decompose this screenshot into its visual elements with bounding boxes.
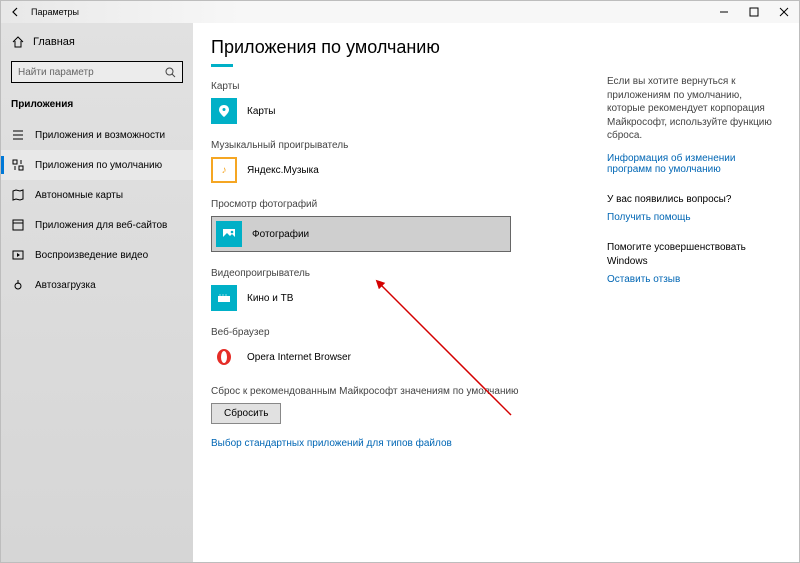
default-app-photos[interactable]: Фотографии [211, 216, 511, 252]
sidebar: Главная Найти параметр Приложения Прилож… [1, 23, 193, 562]
main-panel: Приложения по умолчанию Карты Карты Музы… [211, 37, 601, 562]
aside-question-1: У вас появились вопросы? [607, 193, 781, 207]
sidebar-item-default-apps[interactable]: Приложения по умолчанию [1, 150, 193, 180]
defaults-icon [11, 158, 25, 172]
section-label-music: Музыкальный проигрыватель [211, 140, 601, 151]
section-label-video: Видеопроигрыватель [211, 268, 601, 279]
arrow-left-icon [11, 7, 21, 17]
page-title: Приложения по умолчанию [211, 37, 601, 58]
sidebar-item-label: Автозагрузка [35, 280, 96, 291]
map-icon [11, 188, 25, 202]
app-name: Кино и ТВ [247, 293, 293, 304]
video-app-icon [211, 285, 237, 311]
sidebar-group-title: Приложения [1, 93, 193, 120]
default-app-maps[interactable]: Карты [211, 98, 511, 124]
section-label-maps: Карты [211, 81, 601, 92]
photos-app-icon [216, 221, 242, 247]
app-name: Карты [247, 106, 276, 117]
aside-link-feedback[interactable]: Оставить отзыв [607, 274, 781, 285]
sidebar-item-label: Приложения для веб-сайтов [35, 220, 167, 231]
reset-label: Сброс к рекомендованным Майкрософт значе… [211, 386, 601, 397]
default-app-browser[interactable]: Opera Internet Browser [211, 344, 511, 370]
sidebar-item-apps-websites[interactable]: Приложения для веб-сайтов [1, 210, 193, 240]
aside-link-info[interactable]: Информация об изменении программ по умол… [607, 153, 781, 175]
app-name: Фотографии [252, 229, 309, 240]
sidebar-item-label: Воспроизведение видео [35, 250, 148, 261]
sidebar-item-label: Приложения по умолчанию [35, 160, 162, 171]
startup-icon [11, 278, 25, 292]
aside-info-text: Если вы хотите вернуться к приложениям п… [607, 75, 781, 143]
home-icon [11, 35, 25, 49]
browser-app-icon [211, 344, 237, 370]
section-label-browser: Веб-браузер [211, 327, 601, 338]
minimize-button[interactable] [709, 1, 739, 23]
aside-link-help[interactable]: Получить помощь [607, 212, 781, 223]
maps-app-icon [211, 98, 237, 124]
video-icon [11, 248, 25, 262]
website-icon [11, 218, 25, 232]
sidebar-item-video-playback[interactable]: Воспроизведение видео [1, 240, 193, 270]
title-underline [211, 64, 233, 67]
file-type-defaults-link[interactable]: Выбор стандартных приложений для типов ф… [211, 438, 601, 449]
close-icon [779, 7, 789, 17]
sidebar-item-label: Приложения и возможности [35, 130, 165, 141]
search-icon [165, 67, 176, 78]
app-name: Яндекс.Музыка [247, 165, 319, 176]
search-placeholder: Найти параметр [18, 67, 165, 78]
sidebar-item-offline-maps[interactable]: Автономные карты [1, 180, 193, 210]
window-title: Параметры [31, 7, 79, 17]
aside-question-2: Помогите усовершенствовать Windows [607, 241, 781, 268]
home-label: Главная [33, 36, 75, 48]
minimize-icon [719, 7, 729, 17]
maximize-button[interactable] [739, 1, 769, 23]
close-button[interactable] [769, 1, 799, 23]
search-input[interactable]: Найти параметр [11, 61, 183, 83]
default-app-music[interactable]: ♪ Яндекс.Музыка [211, 157, 511, 183]
back-button[interactable] [7, 3, 25, 21]
aside-panel: Если вы хотите вернуться к приложениям п… [601, 37, 799, 562]
list-icon [11, 128, 25, 142]
music-app-icon: ♪ [211, 157, 237, 183]
sidebar-item-apps-features[interactable]: Приложения и возможности [1, 120, 193, 150]
home-nav[interactable]: Главная [1, 29, 193, 55]
app-name: Opera Internet Browser [247, 352, 351, 363]
reset-button[interactable]: Сбросить [211, 403, 281, 424]
section-label-photos: Просмотр фотографий [211, 199, 601, 210]
sidebar-item-startup[interactable]: Автозагрузка [1, 270, 193, 300]
sidebar-item-label: Автономные карты [35, 190, 123, 201]
maximize-icon [749, 7, 759, 17]
default-app-video[interactable]: Кино и ТВ [211, 285, 511, 311]
title-bar: Параметры [1, 1, 799, 23]
